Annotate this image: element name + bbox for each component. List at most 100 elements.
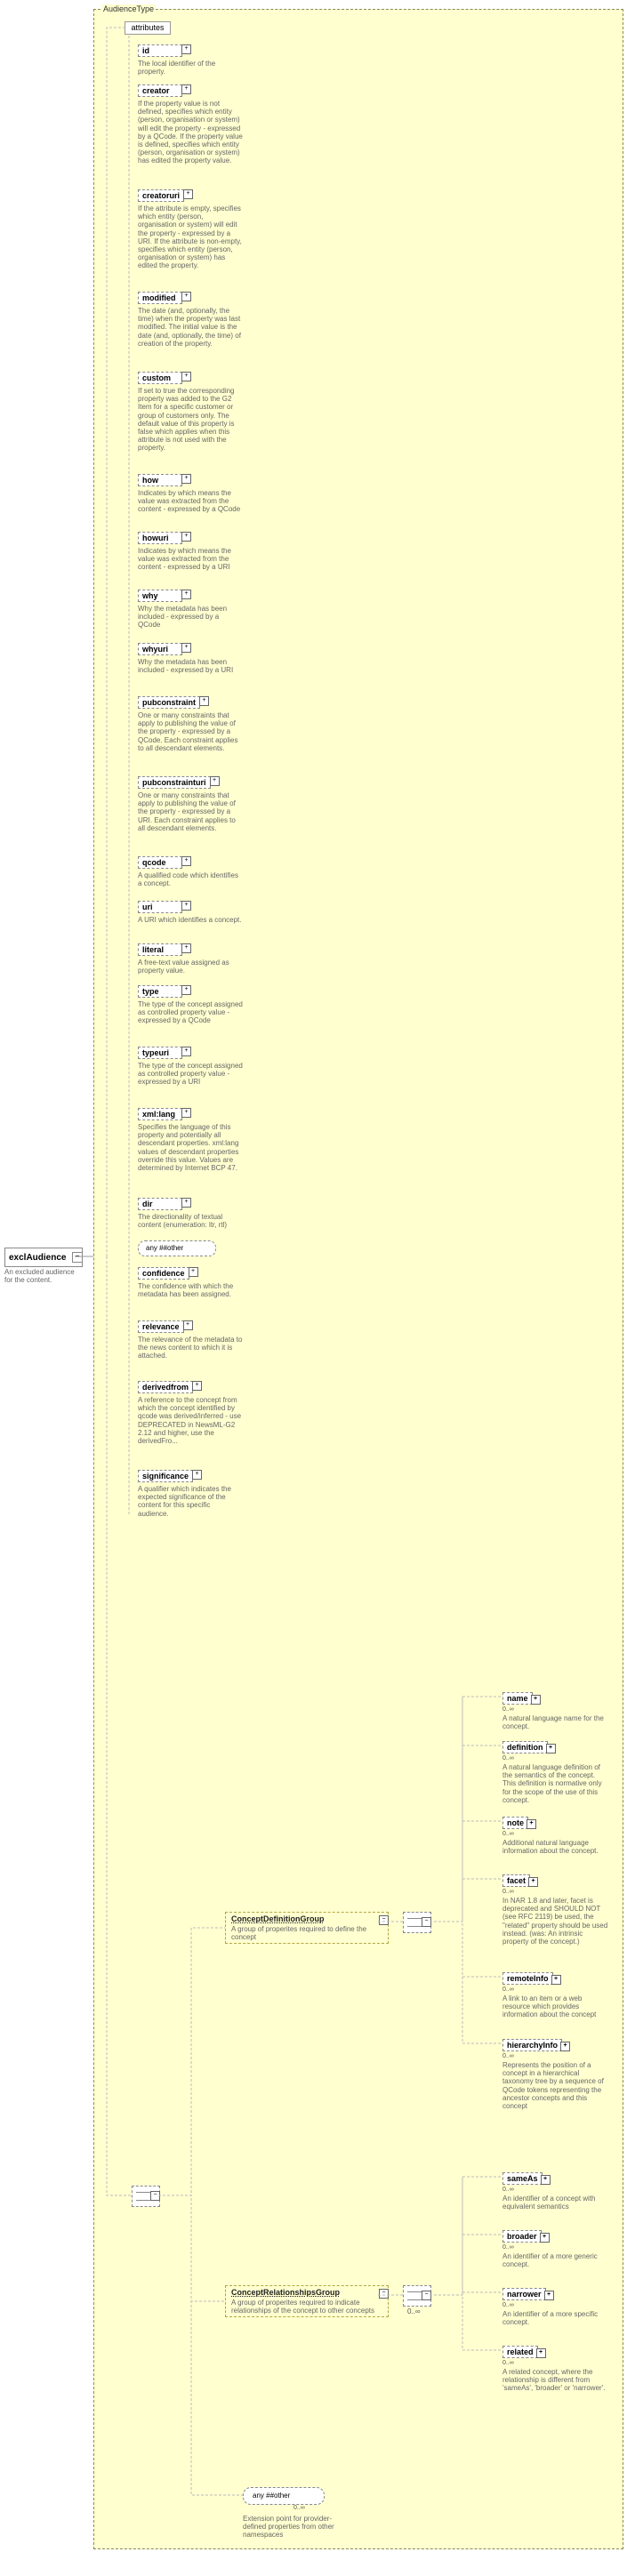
attr-name[interactable]: typeuri	[138, 1047, 182, 1059]
plus-icon[interactable]: +	[536, 2348, 546, 2358]
concept-relationships-group[interactable]: − ConceptRelationshipsGroup A group of p…	[225, 2285, 389, 2317]
cardinality: 0..∞	[502, 1755, 609, 1761]
root-element-name: exclAudience	[9, 1253, 66, 1263]
attr-name[interactable]: how	[138, 474, 182, 486]
minus-icon[interactable]: −	[379, 1915, 389, 1925]
attr-name[interactable]: creatoruri	[138, 189, 184, 202]
element-doc: An identifier of a more specific concept…	[502, 2310, 609, 2326]
attr-qcode: qcode+ A qualified code which identifies…	[138, 854, 243, 887]
cardinality: 0..∞	[502, 2244, 609, 2251]
choice-connector[interactable]: −	[403, 2285, 431, 2307]
sequence-connector[interactable]: −	[403, 1912, 431, 1933]
element-doc: Represents the position of a concept in …	[502, 2061, 609, 2110]
plus-icon[interactable]: +	[181, 943, 191, 953]
attr-how: how+ Indicates by which means the value …	[138, 471, 243, 514]
attr-name[interactable]: significance	[138, 1470, 193, 1482]
group-title: ConceptRelationshipsGroup	[231, 2288, 382, 2297]
element-doc: A natural language name for the concept.	[502, 1714, 609, 1730]
plus-icon[interactable]: +	[560, 2042, 570, 2051]
attr-name[interactable]: custom	[138, 372, 182, 384]
attr-creatoruri: creatoruri+ If the attribute is empty, s…	[138, 187, 243, 270]
element-doc: A link to an item or a web resource whic…	[502, 1994, 609, 2019]
elem-any-other[interactable]: any ##other	[243, 2487, 325, 2505]
group-doc: A group of properites required to define…	[231, 1925, 382, 1941]
plus-icon[interactable]: +	[181, 474, 191, 484]
attr-name[interactable]: confidence	[138, 1267, 189, 1280]
attr-doc: A free-text value assigned as property v…	[138, 959, 243, 975]
plus-icon[interactable]: +	[181, 1108, 191, 1118]
plus-icon[interactable]: +	[551, 1975, 561, 1985]
plus-icon[interactable]: +	[181, 643, 191, 653]
attr-doc: One or many constraints that apply to pu…	[138, 711, 243, 752]
attributes-tab[interactable]: attributes	[125, 21, 171, 35]
plus-icon[interactable]: +	[181, 84, 191, 94]
attr-derivedfrom: derivedfrom+ A reference to the concept …	[138, 1378, 243, 1445]
plus-icon[interactable]: +	[189, 1267, 198, 1277]
plus-icon[interactable]: +	[192, 1381, 202, 1391]
plus-icon[interactable]: +	[199, 696, 209, 706]
plus-icon[interactable]: +	[181, 372, 191, 381]
attr-name[interactable]: literal	[138, 943, 182, 956]
minus-icon[interactable]: −	[72, 1252, 83, 1263]
plus-icon[interactable]: +	[181, 985, 191, 995]
attr-literal: literal+ A free-text value assigned as p…	[138, 941, 243, 975]
plus-icon[interactable]: +	[544, 2291, 554, 2300]
plus-icon[interactable]: +	[181, 292, 191, 301]
elem-related: related+ 0..∞ A related concept, where t…	[502, 2343, 609, 2393]
attr-doc: If the property value is not defined, sp…	[138, 100, 243, 165]
plus-icon[interactable]: +	[527, 1819, 536, 1829]
attr-name[interactable]: creator	[138, 84, 182, 97]
plus-icon[interactable]: +	[183, 1320, 193, 1330]
attr-any-other[interactable]: any ##other	[138, 1240, 216, 1256]
attr-name[interactable]: relevance	[138, 1320, 184, 1333]
cardinality: 0..∞	[502, 2302, 609, 2308]
element-name: name+	[502, 1692, 533, 1705]
plus-icon[interactable]: +	[541, 2175, 551, 2185]
attr-doc: Why the metadata has been included - exp…	[138, 605, 243, 630]
attr-name[interactable]: why	[138, 590, 182, 602]
attr-name[interactable]: uri	[138, 901, 182, 913]
attr-name[interactable]: type	[138, 985, 182, 998]
minus-icon[interactable]: −	[422, 1917, 431, 1927]
attr-doc: If set to true the corresponding propert…	[138, 387, 243, 453]
plus-icon[interactable]: +	[183, 189, 193, 199]
elem-facet: facet+ 0..∞ In NAR 1.8 and later, facet …	[502, 1872, 609, 1946]
plus-icon[interactable]: +	[181, 856, 191, 866]
element-name: note+	[502, 1817, 528, 1829]
plus-icon[interactable]: +	[181, 44, 191, 54]
attr-name[interactable]: derivedfrom	[138, 1381, 193, 1393]
plus-icon[interactable]: +	[192, 1470, 202, 1480]
attr-name[interactable]: dir	[138, 1198, 182, 1210]
plus-icon[interactable]: +	[181, 1047, 191, 1056]
plus-icon[interactable]: +	[181, 590, 191, 599]
minus-icon[interactable]: −	[379, 2289, 389, 2299]
minus-icon[interactable]: −	[150, 2191, 160, 2201]
plus-icon[interactable]: +	[181, 532, 191, 542]
plus-icon[interactable]: +	[181, 1198, 191, 1208]
root-element[interactable]: exclAudience −	[4, 1248, 83, 1267]
attr-doc: The type of the concept assigned as cont…	[138, 1062, 243, 1087]
attr-name[interactable]: pubconstraint	[138, 696, 200, 709]
attr-name[interactable]: qcode	[138, 856, 182, 869]
plus-icon[interactable]: +	[546, 1744, 556, 1753]
attr-name[interactable]: howuri	[138, 532, 182, 544]
plus-icon[interactable]: +	[540, 2233, 550, 2243]
attr-name[interactable]: whyuri	[138, 643, 182, 655]
attr-name[interactable]: pubconstrainturi	[138, 776, 211, 789]
plus-icon[interactable]: +	[181, 901, 191, 911]
cardinality: 0..∞	[502, 2053, 609, 2059]
plus-icon[interactable]: +	[531, 1695, 541, 1705]
attr-name[interactable]: modified	[138, 292, 182, 304]
attr-name[interactable]: xml:lang	[138, 1108, 182, 1120]
plus-icon[interactable]: +	[210, 776, 220, 786]
attr-significance: significance+ A qualifier which indicate…	[138, 1467, 243, 1518]
elem-definition: definition+ 0..∞ A natural language defi…	[502, 1738, 609, 1804]
element-doc: In NAR 1.8 and later, facet is deprecate…	[502, 1897, 609, 1946]
attr-name[interactable]: id	[138, 44, 182, 57]
plus-icon[interactable]: +	[528, 1877, 538, 1887]
minus-icon[interactable]: −	[422, 2291, 431, 2300]
sequence-connector[interactable]: −	[132, 2186, 160, 2207]
type-group-label: AudienceType	[101, 4, 156, 13]
concept-definition-group[interactable]: − ConceptDefinitionGroup A group of prop…	[225, 1912, 389, 1944]
attr-typeuri: typeuri+ The type of the concept assigne…	[138, 1044, 243, 1087]
